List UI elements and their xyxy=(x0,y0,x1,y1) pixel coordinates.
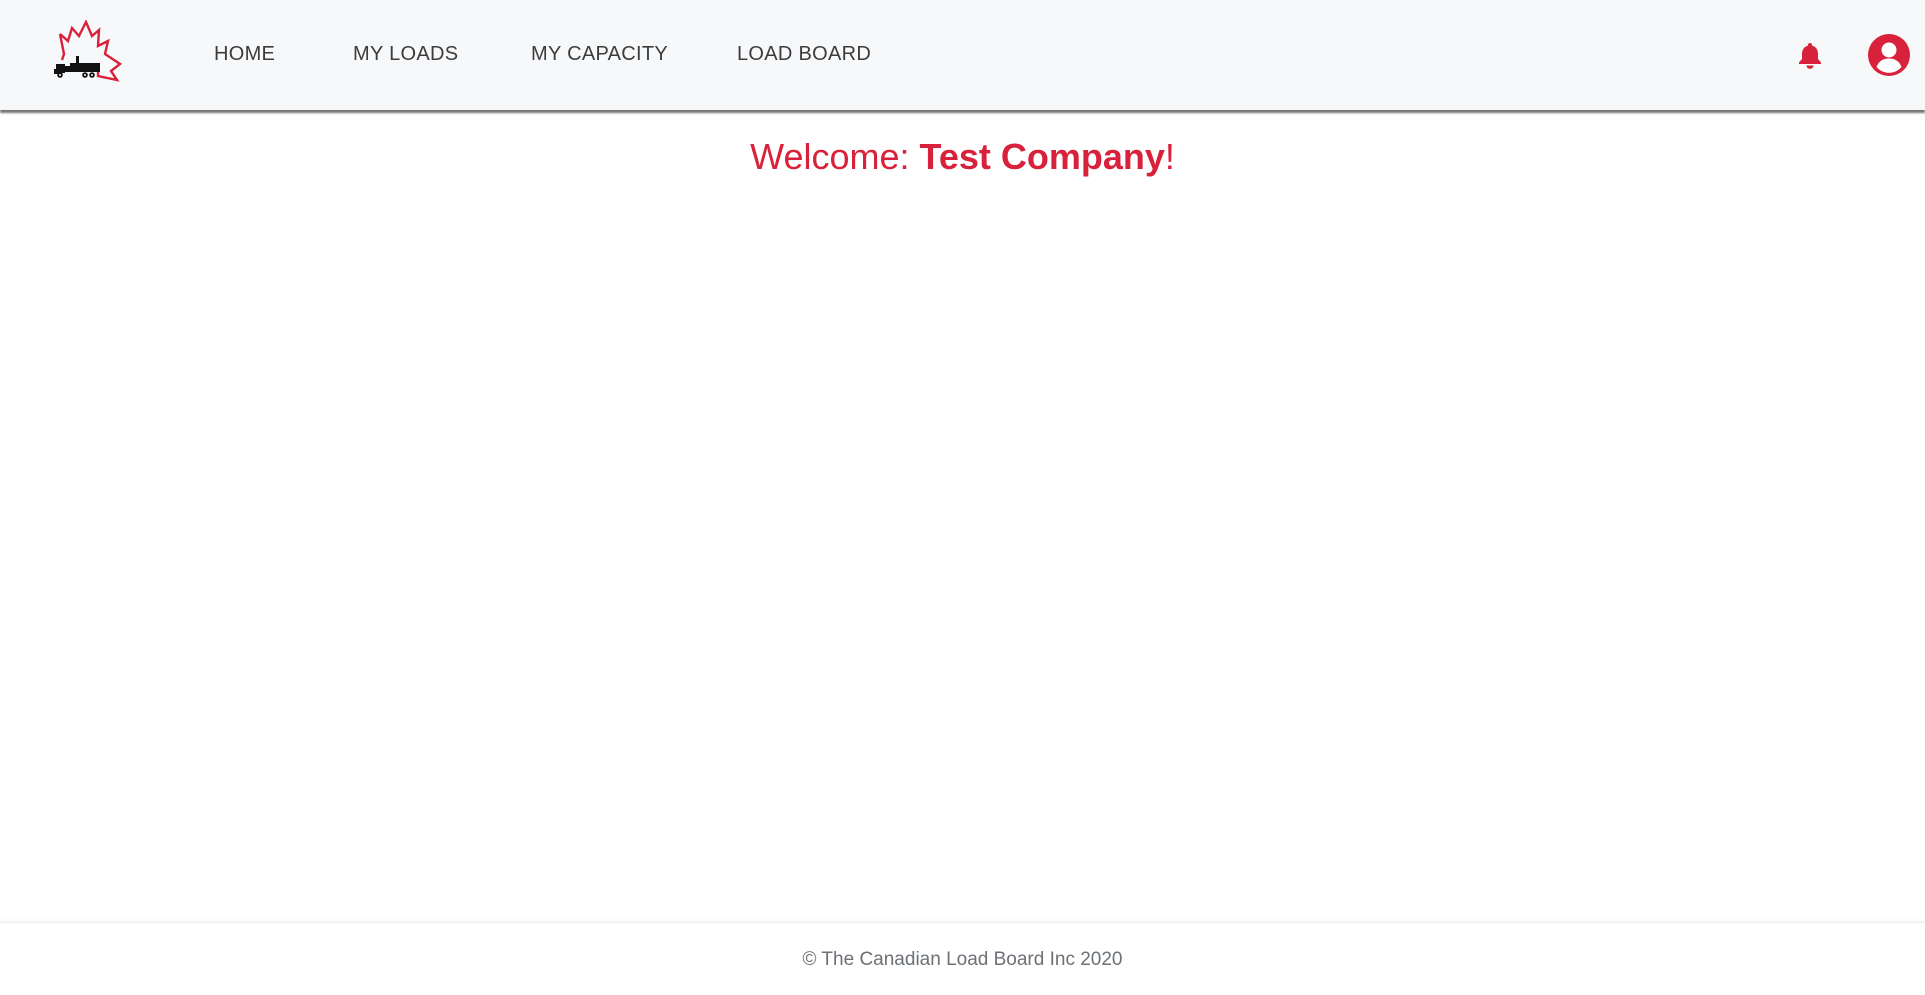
maple-leaf-truck-logo-icon[interactable] xyxy=(54,19,128,88)
welcome-suffix: ! xyxy=(1164,136,1175,177)
nav-home[interactable]: HOME xyxy=(214,43,275,66)
welcome-prefix: Welcome: xyxy=(750,136,920,177)
company-name: Test Company xyxy=(919,136,1165,177)
copyright-text: © The Canadian Load Board Inc 2020 xyxy=(802,949,1123,970)
nav-my-loads[interactable]: MY LOADS xyxy=(353,43,458,66)
nav-my-capacity[interactable]: MY CAPACITY xyxy=(531,43,668,66)
nav-load-board[interactable]: LOAD BOARD xyxy=(737,43,871,66)
welcome-heading: Welcome: Test Company! xyxy=(0,136,1925,178)
user-circle-icon[interactable] xyxy=(1868,34,1910,76)
top-navbar: HOME MY LOADS MY CAPACITY LOAD BOARD xyxy=(0,0,1925,110)
page-footer: © The Canadian Load Board Inc 2020 xyxy=(0,922,1925,995)
bell-icon[interactable] xyxy=(1797,41,1823,69)
